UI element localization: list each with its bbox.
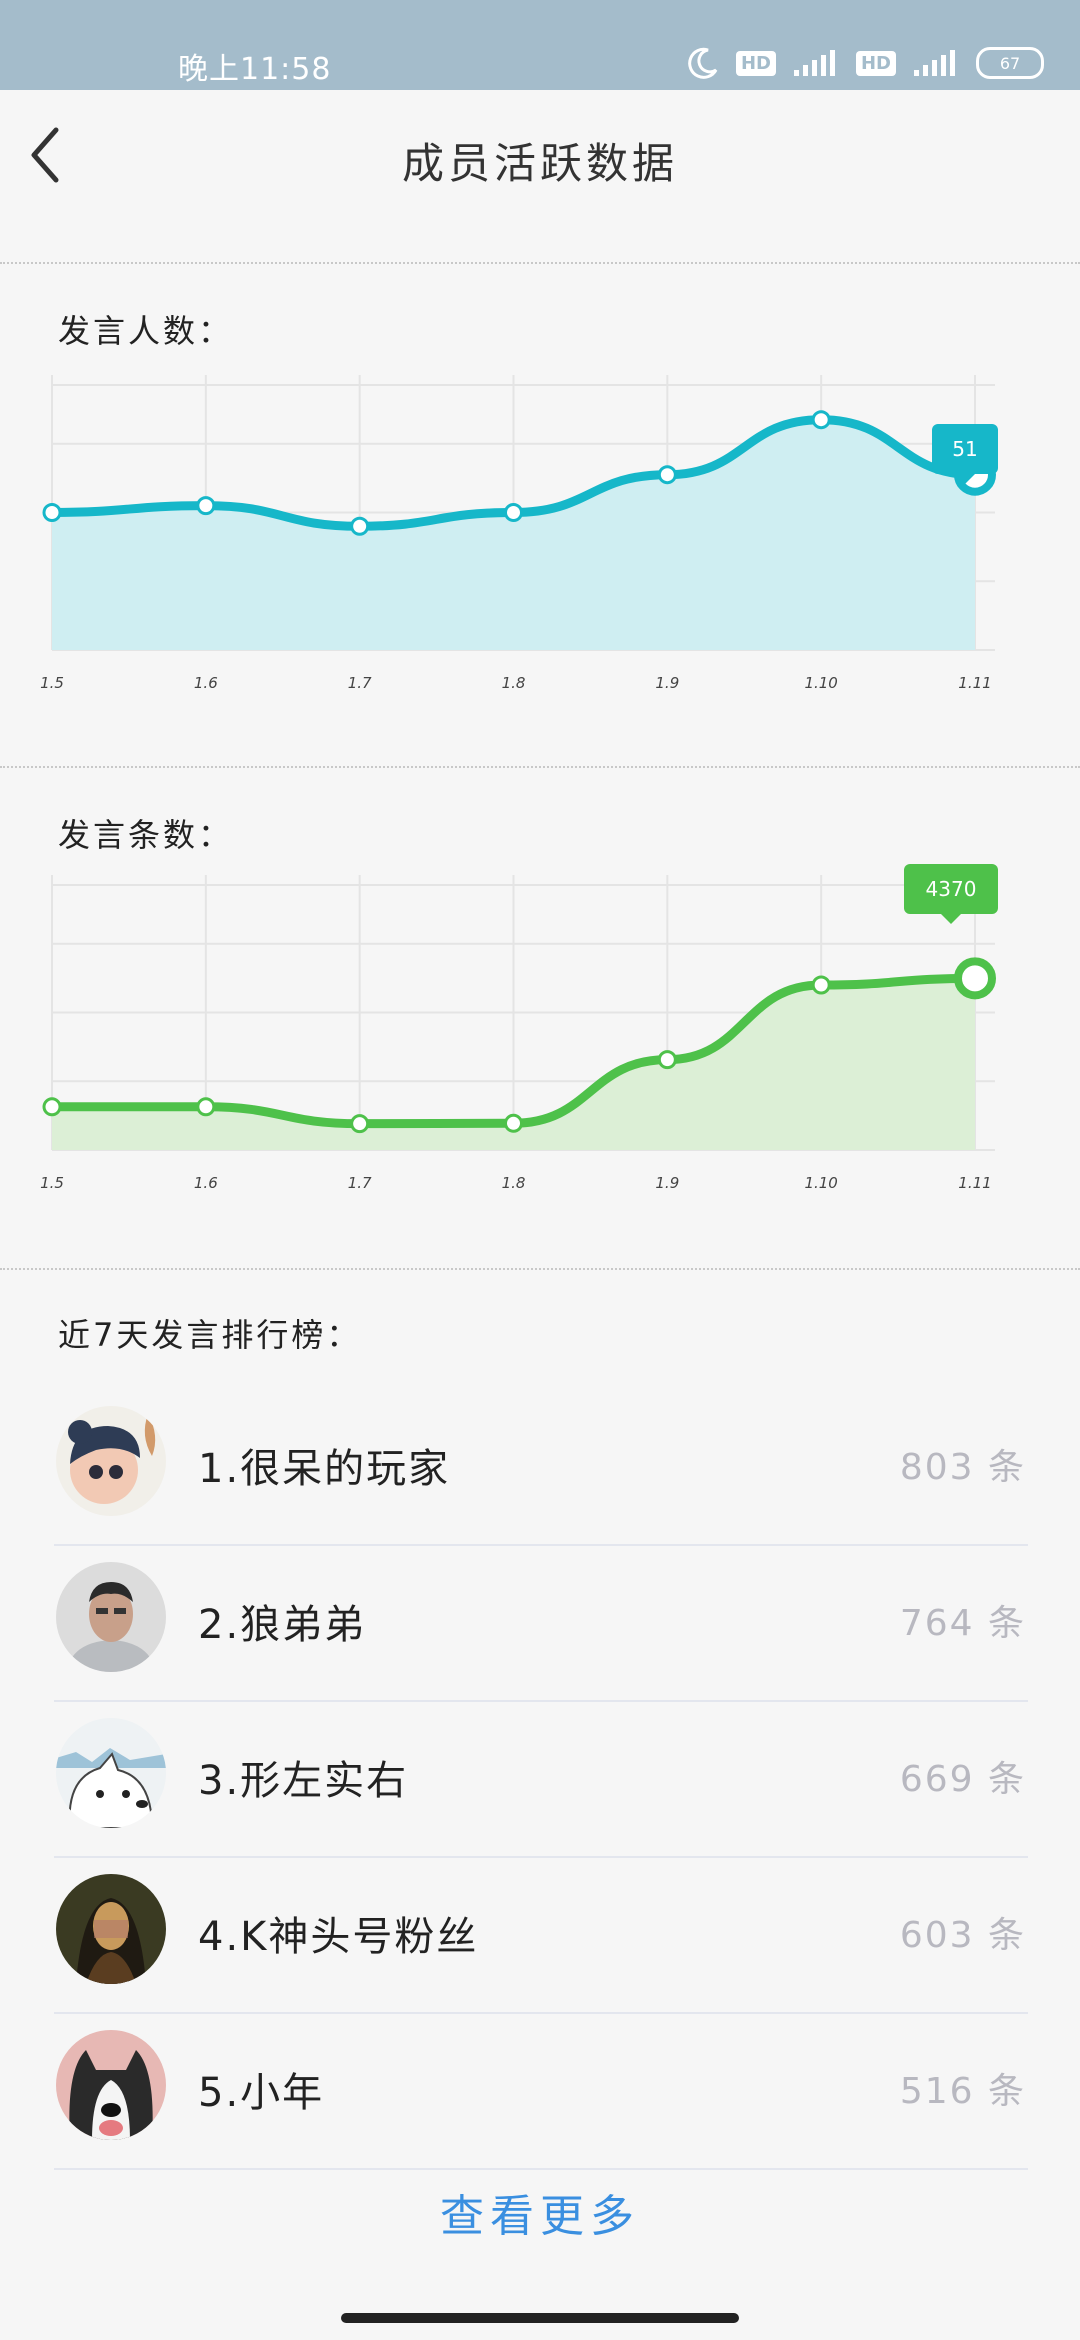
x-tick-label: 1.8 [502, 674, 526, 692]
signal-icon [793, 50, 835, 76]
x-tick-label: 1.5 [40, 674, 64, 692]
speakers-chart-svg: 1.5 1.6 1.7 1.8 1.9 1.10 1.11 [40, 375, 996, 692]
x-tick-label: 1.10 [804, 674, 837, 692]
status-time: 晚上11:58 [178, 52, 332, 87]
data-point[interactable] [42, 503, 62, 522]
x-tick-label: 1.6 [194, 1174, 218, 1192]
x-tick-label: 1.8 [502, 1174, 526, 1192]
data-point[interactable] [504, 503, 523, 522]
rank-item-5[interactable]: 5.小年 516 条 [54, 2014, 1028, 2170]
divider [0, 766, 1080, 768]
data-point[interactable] [504, 1113, 523, 1133]
avatar [56, 1718, 166, 1828]
rank-count: 516 条 [899, 2071, 1026, 2112]
data-point-highlight[interactable] [954, 957, 996, 1000]
x-tick-label: 1.6 [194, 674, 218, 692]
rank-item-3[interactable]: 3.形左实右 669 条 [54, 1702, 1028, 1858]
data-point[interactable] [350, 1114, 370, 1134]
rank-item-4[interactable]: 4.K神头号粉丝 603 条 [54, 1858, 1028, 2014]
hd-badge-2: HD [855, 50, 896, 76]
rank-item-1[interactable]: 1.很呆的玩家 803 条 [54, 1390, 1028, 1546]
avatar [56, 1562, 166, 1672]
view-more-button[interactable]: 查看更多 [0, 2180, 1080, 2244]
messages-tooltip: 4370 [904, 864, 998, 924]
rank-item-2[interactable]: 2.狼弟弟 764 条 [54, 1546, 1028, 1702]
avatar [56, 1874, 166, 1984]
rank-count: 764 条 [899, 1603, 1026, 1644]
x-tick-label: 1.5 [40, 1174, 64, 1192]
rank-count: 603 条 [899, 1915, 1026, 1956]
x-tick-label: 1.11 [958, 674, 991, 692]
rank-name: 5.小年 [198, 2070, 325, 2116]
speakers-chart: 1.5 1.6 1.7 1.8 1.9 1.10 1.11 51 [0, 360, 1080, 700]
x-tick-label: 1.9 [655, 674, 679, 692]
battery-icon: 67 [976, 47, 1044, 79]
moon-icon [688, 47, 718, 79]
hd-badge: HD [735, 50, 776, 76]
rank-count: 803 条 [899, 1447, 1026, 1488]
data-point[interactable] [811, 410, 831, 430]
page-title: 成员活跃数据 [401, 139, 678, 188]
data-point[interactable] [350, 516, 370, 536]
x-tick-label: 1.7 [348, 674, 372, 692]
status-bar: 晚上11:58 HD HD 67 [0, 0, 1080, 90]
ranking-list: 1.很呆的玩家 803 条 2.狼弟弟 764 条 3.形左实右 669 条 4… [54, 1390, 1028, 2170]
signal-icon-2 [914, 50, 955, 76]
data-point[interactable] [42, 1097, 62, 1117]
x-tick-label: 1.7 [348, 1174, 372, 1192]
home-indicator [341, 2313, 739, 2323]
status-icons: HD HD 67 [686, 46, 1044, 80]
data-point[interactable] [196, 1097, 216, 1117]
speakers-tooltip: 51 [932, 424, 998, 484]
rank-name: 2.狼弟弟 [198, 1602, 367, 1648]
avatar [56, 1406, 166, 1516]
x-tick-label: 1.10 [804, 1174, 837, 1192]
x-tick-label: 1.11 [958, 1174, 991, 1192]
rank-name: 4.K神头号粉丝 [198, 1914, 479, 1960]
avatar [56, 2030, 166, 2140]
data-point[interactable] [657, 465, 677, 485]
divider [0, 262, 1080, 264]
rank-name: 1.很呆的玩家 [198, 1446, 451, 1492]
rank-name: 3.形左实右 [198, 1758, 409, 1804]
messages-title: 发言条数： [58, 816, 234, 854]
data-point[interactable] [811, 975, 831, 995]
speakers-title: 发言人数： [58, 312, 234, 350]
header: 成员活跃数据 [0, 90, 1080, 260]
divider [0, 1268, 1080, 1270]
ranking-title: 近7天发言排行榜： [58, 1316, 362, 1354]
messages-chart: 1.5 1.6 1.7 1.8 1.9 1.10 1.11 4370 [0, 860, 1080, 1200]
data-point[interactable] [196, 496, 216, 516]
data-point[interactable] [657, 1050, 677, 1070]
x-tick-label: 1.9 [655, 1174, 679, 1192]
rank-count: 669 条 [899, 1759, 1026, 1800]
